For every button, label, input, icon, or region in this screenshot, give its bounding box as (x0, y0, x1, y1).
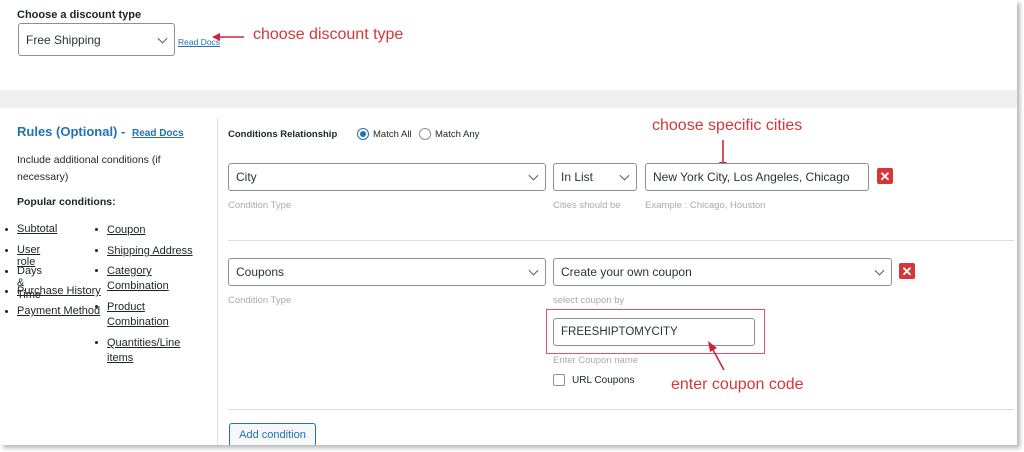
popular-item-label: Product Combination (107, 301, 169, 328)
coupon-mode-value: Create your own coupon (561, 265, 692, 279)
rules-title-text: Rules (Optional) - (17, 124, 126, 139)
operator-hint: Cities should be (553, 200, 621, 211)
bullet-icon (5, 310, 8, 313)
popular-item-label: Purchase History (17, 285, 101, 297)
annotation-arrow-left-icon (212, 33, 244, 41)
column-divider (217, 118, 218, 445)
popular-item-shipping-address[interactable]: Shipping Address (95, 244, 193, 259)
remove-condition-2-button[interactable]: ✕ (899, 263, 915, 279)
bullet-icon (5, 228, 8, 231)
bullet-icon (95, 249, 98, 252)
popular-item-label: Quantities/Line items (107, 337, 181, 364)
cities-hint: Example : Chicago, Houston (645, 200, 766, 211)
operator-select-1[interactable]: In List (553, 163, 637, 191)
condition-type-select-1[interactable]: City (228, 163, 546, 191)
cities-value: New York City, Los Angeles, Chicago (653, 170, 850, 184)
coupon-code-value: FREESHIPTOMYCITY (561, 326, 678, 338)
condition-type-select-2[interactable]: Coupons (228, 258, 546, 286)
popular-item-label: Subtotal (17, 223, 58, 235)
row-divider (228, 240, 1014, 241)
popular-item-payment-method[interactable]: Payment Method (5, 305, 101, 317)
rules-read-docs-link[interactable]: Read Docs (132, 128, 184, 139)
annotation-discount-type: choose discount type (253, 26, 404, 43)
chevron-down-icon (619, 170, 630, 181)
remove-condition-1-button[interactable]: ✕ (877, 168, 893, 184)
coupon-code-hint: Enter Coupon name (553, 355, 639, 366)
bullet-icon (95, 269, 98, 272)
section-separator (0, 90, 1017, 108)
discount-type-heading: Choose a discount type (17, 9, 142, 21)
popular-item-category-combination[interactable]: Category Combination (95, 264, 187, 294)
cities-input[interactable]: New York City, Los Angeles, Chicago (645, 163, 869, 191)
match-all-label: Match All (373, 129, 412, 140)
rules-description: Include additional conditions (if necess… (17, 154, 161, 183)
annotation-arrow-up-icon (708, 341, 725, 371)
popular-item-product-combination[interactable]: Product Combination (95, 300, 187, 330)
close-icon: ✕ (879, 168, 891, 184)
popular-item-label: Shipping Address (107, 245, 193, 257)
condition-type-hint: Condition Type (228, 200, 292, 211)
discount-type-value: Free Shipping (26, 32, 101, 47)
chevron-down-icon (874, 265, 885, 276)
row-divider (228, 409, 1014, 410)
bullet-icon (95, 341, 98, 344)
close-icon: ✕ (901, 263, 913, 279)
popular-item-coupon[interactable]: Coupon (95, 223, 146, 238)
bullet-icon (5, 249, 8, 252)
popular-conditions-heading: Popular conditions: (17, 196, 116, 208)
popular-item-label: Coupon (107, 224, 146, 236)
annotation-specific-cities: choose specific cities (652, 117, 803, 134)
popular-item-label: Payment Method (17, 305, 101, 317)
bullet-icon (5, 270, 8, 273)
bullet-icon (95, 228, 98, 231)
match-any-radio[interactable] (419, 128, 431, 140)
popular-item-quantities-line-items[interactable]: Quantities/Line items (95, 336, 192, 366)
popular-item-subtotal[interactable]: Subtotal (5, 223, 58, 235)
add-condition-button[interactable]: Add condition (229, 423, 316, 445)
condition-type-hint: Condition Type (228, 295, 292, 306)
bullet-icon (5, 290, 8, 293)
conditions-relationship-label: Conditions Relationship (228, 129, 338, 140)
url-coupons-label: URL Coupons (572, 375, 635, 386)
annotation-coupon-code: enter coupon code (671, 376, 804, 393)
discount-rule-panel: Choose a discount type Free Shipping Rea… (0, 0, 1017, 445)
match-any-label: Match Any (435, 129, 480, 140)
coupon-mode-select[interactable]: Create your own coupon (553, 258, 892, 286)
chevron-down-icon (528, 170, 539, 181)
url-coupons-checkbox[interactable] (553, 374, 565, 386)
discount-type-select[interactable]: Free Shipping (18, 23, 175, 56)
rules-title: Rules (Optional) - Read Docs (17, 124, 184, 139)
condition-type-value: City (236, 170, 257, 184)
bullet-icon (95, 305, 98, 308)
operator-value: In List (561, 170, 594, 184)
popular-item-purchase-history[interactable]: Purchase History (5, 285, 101, 297)
match-all-radio[interactable] (357, 128, 369, 140)
popular-item-label: Category Combination (107, 265, 169, 292)
condition-type-value: Coupons (236, 265, 285, 279)
chevron-down-icon (157, 33, 168, 44)
coupon-mode-hint: select coupon by (553, 295, 625, 306)
chevron-down-icon (528, 265, 539, 276)
